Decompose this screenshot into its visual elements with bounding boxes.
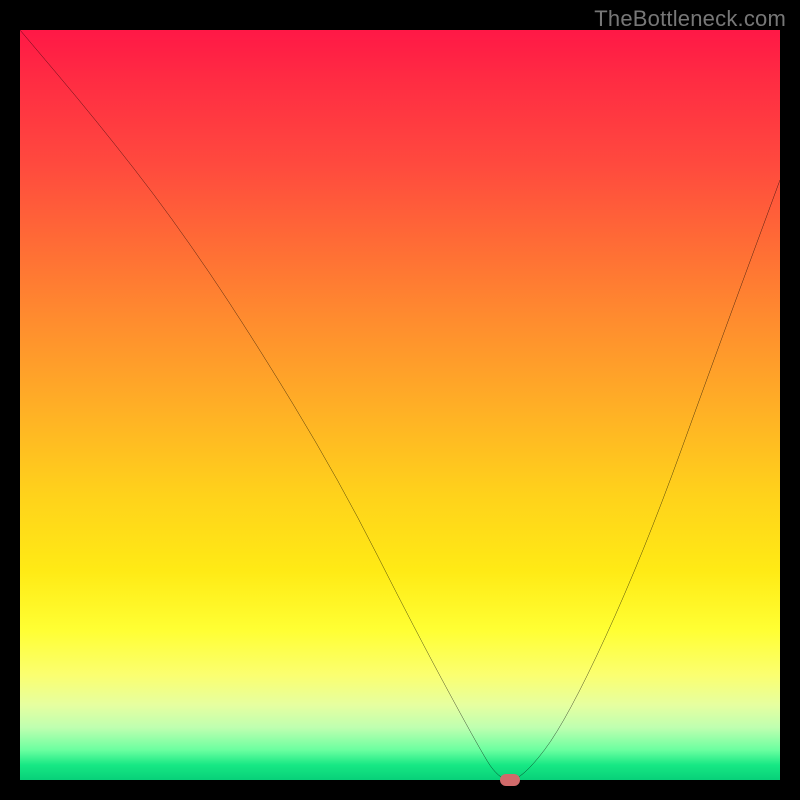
plot-area: [20, 30, 780, 780]
chart-frame: TheBottleneck.com: [0, 0, 800, 800]
watermark-text: TheBottleneck.com: [594, 6, 786, 32]
bottleneck-curve: [20, 30, 780, 780]
optimal-point-marker: [500, 774, 520, 786]
